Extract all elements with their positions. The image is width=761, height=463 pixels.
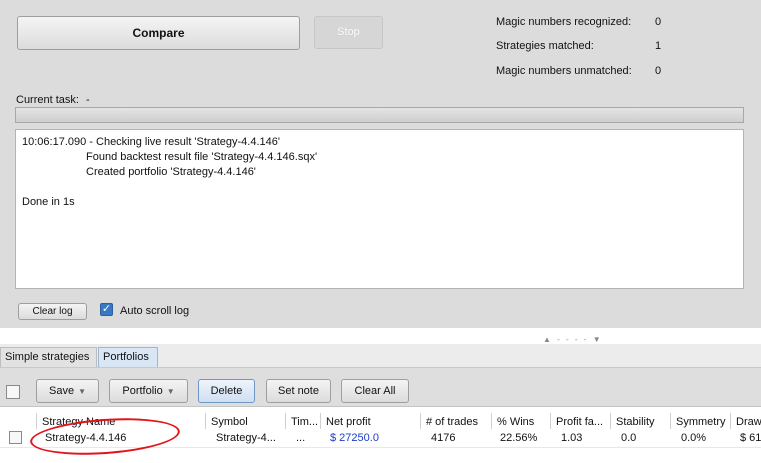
column-header[interactable]: Net profit — [320, 413, 420, 429]
cell-wins: 22.56% — [500, 432, 538, 444]
autoscroll-label: Auto scroll log — [120, 305, 190, 317]
splitter-handle[interactable]: ▲ - - - - ▼ — [543, 335, 603, 344]
portfolio-label: Portfolio — [122, 385, 163, 397]
log-line: Found backtest result file 'Strategy-4.4… — [86, 151, 318, 163]
column-header[interactable]: Tim... — [285, 413, 320, 429]
clear-all-button[interactable]: Clear All — [341, 379, 409, 403]
portfolio-button[interactable]: Portfolio ▼ — [109, 379, 188, 403]
autoscroll-checkbox[interactable]: ✓ — [100, 303, 113, 316]
stop-button[interactable]: Stop — [314, 16, 383, 49]
row-checkbox[interactable] — [9, 431, 22, 444]
current-task: Current task: - — [16, 94, 90, 106]
clear-log-button[interactable]: Clear log — [18, 303, 87, 320]
stat-label-matched: Strategies matched: — [496, 40, 594, 52]
cell-symmetry: 0.0% — [681, 432, 707, 444]
checkmark-icon: ✓ — [101, 303, 112, 315]
column-header[interactable]: Stability — [610, 413, 670, 429]
column-header[interactable]: Profit fa... — [550, 413, 610, 429]
cell-net-profit: $ 27250.0 — [330, 432, 379, 444]
current-task-value: - — [86, 94, 90, 106]
current-task-label: Current task: — [16, 94, 79, 106]
column-header[interactable]: # of trades — [420, 413, 491, 429]
log-line: Done in 1s — [22, 196, 75, 208]
delete-button[interactable]: Delete — [198, 379, 255, 403]
cell-profit-factor: 1.03 — [561, 432, 583, 444]
cell-trades: 4176 — [431, 432, 456, 444]
tab-simple-strategies[interactable]: Simple strategies — [0, 347, 97, 367]
cell-stability: 0.0 — [621, 432, 637, 444]
log-line: 10:06:17.090 - Checking live result 'Str… — [22, 136, 280, 148]
stat-label-recognized: Magic numbers recognized: — [496, 16, 632, 28]
dropdown-arrow-icon: ▼ — [166, 387, 175, 396]
column-header[interactable]: Symmetry — [670, 413, 730, 429]
stat-value-unmatched: 0 — [655, 65, 662, 77]
stat-label-unmatched: Magic numbers unmatched: — [496, 65, 632, 77]
stat-value-recognized: 0 — [655, 16, 662, 28]
cell-drawdown: $ 61 — [740, 432, 761, 444]
cell-symbol: Strategy-4... — [216, 432, 276, 444]
column-header[interactable]: Symbol — [205, 413, 285, 429]
log-line: Created portfolio 'Strategy-4.4.146' — [86, 166, 256, 178]
save-button[interactable]: Save ▼ — [36, 379, 99, 403]
save-label: Save — [49, 385, 75, 397]
set-note-button[interactable]: Set note — [266, 379, 331, 403]
column-header[interactable]: % Wins — [491, 413, 550, 429]
column-header[interactable]: Draw — [730, 413, 761, 429]
cell-timeframe: ... — [296, 432, 306, 444]
dropdown-arrow-icon: ▼ — [78, 387, 86, 396]
stat-value-matched: 1 — [655, 40, 662, 52]
select-all-checkbox[interactable] — [6, 385, 20, 399]
log-area[interactable]: 10:06:17.090 - Checking live result 'Str… — [15, 129, 744, 289]
tab-portfolios[interactable]: Portfolios — [98, 347, 158, 367]
compare-button[interactable]: Compare — [17, 16, 300, 50]
progress-bar — [15, 107, 744, 123]
